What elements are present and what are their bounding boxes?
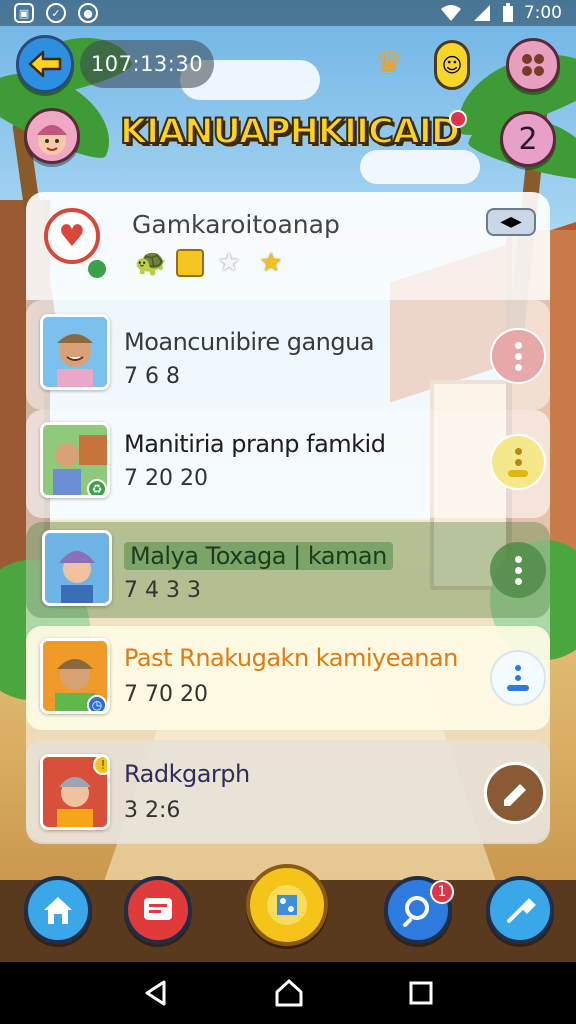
player-name: Manitiria pranp famkid [124, 430, 386, 458]
signal-icon [473, 5, 490, 21]
cloud [360, 150, 480, 184]
photo-icon: ▣ [14, 3, 34, 23]
player-name: Past Rnakugakn kamiyeanan [124, 644, 458, 672]
system-navigation-bar [0, 962, 576, 1024]
chat-icon [144, 898, 172, 920]
player-avatar: ◷ [40, 638, 110, 714]
wifi-icon [440, 5, 461, 21]
star-outline-icon: ★ [217, 248, 241, 278]
more-options-button[interactable] [490, 328, 546, 384]
player-score: 7 70 20 [124, 682, 208, 707]
list-item[interactable]: Moancunibire gangua 7 6 8 [26, 300, 550, 410]
status-badge: ◷ [87, 695, 107, 711]
logo-notification-dot [449, 110, 467, 128]
list-item[interactable]: ♻ Manitiria pranp famkid 7 20 20 [26, 410, 550, 518]
player-score: 7 20 20 [124, 466, 208, 491]
leaderboard-title: Gamkaroitoanap [132, 210, 340, 239]
wrench-icon [507, 898, 536, 923]
star-gold-icon: ★ [259, 248, 283, 278]
grid-icon [522, 54, 544, 76]
turtle-icon: 🐢 [134, 248, 168, 278]
profile-avatar-button[interactable] [24, 108, 80, 164]
messages-button[interactable] [124, 876, 192, 944]
small-badge-icon [86, 258, 108, 280]
player-avatar: ♻ [40, 422, 110, 498]
sync-icon: ✓ [46, 3, 66, 23]
more-options-button[interactable] [490, 434, 546, 490]
player-avatar [42, 530, 112, 606]
search-icon [403, 896, 429, 927]
player-name: Malya Toxaga | kaman [124, 542, 393, 570]
edit-button[interactable] [484, 762, 546, 824]
player-score: 7 6 8 [124, 364, 180, 389]
player-avatar [40, 314, 110, 390]
home-pentagon-icon[interactable] [274, 978, 304, 1008]
tools-button[interactable] [486, 876, 554, 944]
player-score: 7 4 3 3 [124, 578, 201, 603]
menu-button[interactable] [506, 38, 560, 92]
smiley-badge-icon[interactable]: ☺ [434, 40, 470, 90]
status-bar: ▣ ✓ ● 7:00 [0, 0, 576, 26]
player-avatar: ! [40, 754, 110, 830]
play-button[interactable] [246, 864, 328, 946]
timer-display: 107:13:30 [80, 40, 214, 88]
fish-icon[interactable]: ◀▶ [486, 208, 536, 236]
reward-icons: 🐢 ★ ★ [134, 246, 288, 280]
gift-box-icon [176, 249, 204, 277]
home-button[interactable] [24, 876, 92, 944]
more-options-button[interactable] [490, 650, 546, 706]
game-logo: KIANUAPHKIICAID [119, 111, 461, 153]
heart-emblem-icon: ♥ [44, 208, 100, 264]
level-badge[interactable]: 2 [500, 111, 556, 167]
pencil-icon [504, 784, 526, 806]
more-options-button[interactable] [490, 542, 546, 598]
list-item[interactable]: Malya Toxaga | kaman 7 4 3 3 [26, 522, 550, 618]
status-badge: ♻ [87, 479, 107, 495]
recents-square-icon[interactable] [408, 980, 434, 1006]
clock: 7:00 [523, 3, 562, 23]
crown-icon[interactable]: ♛ [375, 44, 404, 82]
player-name: Radkgarph [124, 760, 250, 788]
list-item[interactable]: ◷ Past Rnakugakn kamiyeanan 7 70 20 [26, 626, 550, 730]
leaderboard-header [26, 192, 550, 300]
search-notification-badge: 1 [430, 880, 454, 904]
puzzle-icon [267, 885, 307, 925]
back-button[interactable] [16, 35, 74, 93]
bell-icon: ● [78, 3, 98, 23]
home-icon [44, 897, 72, 924]
player-name: Moancunibire gangua [124, 328, 375, 356]
battery-icon [502, 3, 513, 22]
avatar [37, 125, 67, 155]
status-badge: ! [93, 757, 107, 775]
back-triangle-icon[interactable] [142, 979, 170, 1007]
player-score: 3 2:6 [124, 798, 181, 823]
arrow-left-icon [28, 50, 62, 78]
list-item[interactable]: ! Radkgarph 3 2:6 [26, 740, 550, 844]
